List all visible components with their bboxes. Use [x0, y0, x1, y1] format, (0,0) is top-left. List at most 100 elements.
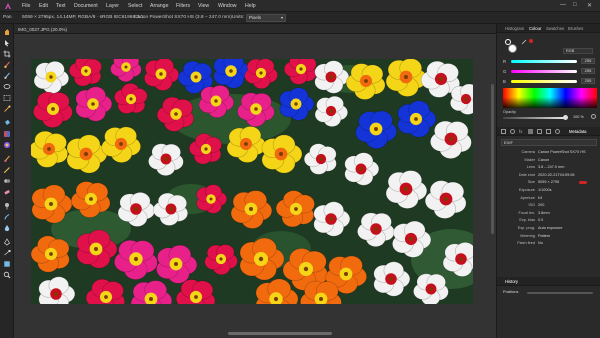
image-canvas[interactable]: [31, 59, 473, 304]
lasso-tool-icon[interactable]: [3, 83, 11, 91]
dodge-tool-icon[interactable]: [3, 202, 11, 210]
opacity-value[interactable]: 100 %: [573, 115, 584, 119]
close-icon[interactable]: ✕: [587, 2, 592, 9]
colour-spectrum[interactable]: [503, 88, 597, 108]
color-wheel-tool-icon[interactable]: [3, 141, 11, 149]
transform-tab-icon[interactable]: [546, 129, 551, 134]
units-dropdown[interactable]: Pixels ▾: [246, 14, 286, 22]
metadata-row: Exp. bias 0.0: [501, 218, 597, 224]
history-slider[interactable]: [527, 292, 593, 294]
menu-view[interactable]: View: [198, 3, 209, 9]
vertical-scrollbar[interactable]: [491, 84, 494, 234]
menu-file[interactable]: File: [22, 3, 30, 9]
flower-photo: [31, 59, 473, 304]
eyedropper-icon[interactable]: [521, 39, 527, 45]
size-highlight-marker: [579, 181, 587, 185]
document-tab-title: IMG_0027.JPG (20.0%): [18, 26, 68, 32]
metadata-value: Canon PowerShot SX70 HS: [538, 150, 586, 154]
fill-tool-icon[interactable]: [3, 119, 11, 127]
metadata-value: 1/1000s: [538, 188, 552, 192]
marquee-tool-icon[interactable]: [3, 94, 11, 102]
red-slider-label: R: [503, 58, 507, 64]
pen-tool-icon[interactable]: [3, 238, 11, 246]
navigator-tab-icon[interactable]: [555, 129, 560, 134]
metadata-key: Exp. prog.: [517, 226, 535, 230]
channels-tab-icon[interactable]: [537, 129, 542, 134]
flood-select-icon[interactable]: [3, 105, 11, 113]
hand-tool-icon[interactable]: [3, 28, 11, 36]
tab-brushes[interactable]: Brushes: [568, 26, 583, 31]
colour-model-dropdown[interactable]: RGB: [563, 48, 593, 54]
history-brush-icon[interactable]: [591, 114, 596, 119]
node-tool-icon[interactable]: [3, 249, 11, 257]
tab-metadata[interactable]: Metadata: [569, 129, 586, 134]
menu-filters[interactable]: Filters: [176, 3, 190, 9]
tab-histogram[interactable]: Histogram: [505, 26, 524, 31]
menu-layer[interactable]: Layer: [106, 3, 119, 9]
effects-tab-icon[interactable]: fx: [519, 129, 523, 134]
opacity-slider[interactable]: [503, 117, 567, 119]
opacity-label: Opacity: [503, 110, 516, 114]
menu-select[interactable]: Select: [128, 3, 142, 9]
red-value-field[interactable]: 255: [581, 58, 595, 64]
blur-tool-icon[interactable]: [3, 224, 11, 232]
metadata-key: Aperture: [520, 195, 535, 200]
menu-window[interactable]: Window: [218, 3, 236, 9]
current-tool-label: Pan: [3, 15, 12, 20]
zoom-tool-icon[interactable]: [3, 271, 11, 279]
chevron-down-icon: ▾: [280, 15, 283, 20]
red-slider[interactable]: R 255: [503, 58, 597, 64]
exif-dropdown[interactable]: EXIF: [501, 139, 597, 146]
studio-panel-tabs: fx Metadata: [497, 127, 600, 136]
document-tab[interactable]: IMG_0027.JPG (20.0%): [14, 24, 496, 34]
pencil-tool-icon[interactable]: [3, 166, 11, 174]
minimize-icon[interactable]: —: [560, 2, 566, 8]
brush-tool-icon[interactable]: [3, 61, 11, 69]
smudge-tool-icon[interactable]: [3, 213, 11, 221]
shape-tool-icon[interactable]: [3, 260, 11, 268]
menu-help[interactable]: Help: [245, 3, 256, 9]
fill-colour-well[interactable]: [508, 44, 517, 53]
green-slider[interactable]: G 255: [503, 68, 597, 74]
blue-value-field[interactable]: 255: [581, 78, 595, 84]
metadata-value: No: [538, 241, 543, 246]
metadata-key: Lens: [526, 165, 535, 170]
layers-tab-icon[interactable]: [501, 129, 506, 134]
gradient-tool-icon[interactable]: [3, 130, 11, 138]
move-tool-icon[interactable]: [3, 39, 11, 47]
menu-arrange[interactable]: Arrange: [150, 3, 168, 9]
crop-tool-icon[interactable]: [3, 50, 11, 58]
metadata-row: Exposure 1/1000s: [501, 188, 597, 194]
menu-text[interactable]: Text: [56, 3, 66, 9]
clone-tool-icon[interactable]: [3, 177, 11, 185]
metadata-key: ISO: [528, 203, 535, 208]
green-slider-track[interactable]: [511, 70, 577, 73]
context-toolbar: Pan 5059 × 2795px, 14.14MP, RGBA/8 · sRG…: [0, 12, 600, 24]
menu-document[interactable]: Document: [74, 3, 98, 9]
metadata-row: Metering Pattern: [501, 234, 597, 240]
tab-history[interactable]: History: [505, 279, 518, 284]
stroke-colour-well[interactable]: [505, 39, 511, 45]
history-entry[interactable]: Positions: [503, 290, 518, 294]
metadata-row: Date shot 2020-02-21T04:59:08: [501, 173, 597, 179]
tab-colour[interactable]: Colour: [529, 26, 541, 31]
selection-brush-icon[interactable]: [3, 72, 11, 80]
horizontal-scrollbar[interactable]: [228, 332, 332, 335]
menu-edit[interactable]: Edit: [39, 3, 48, 9]
blue-slider-label: B: [503, 78, 506, 84]
paint-brush-icon[interactable]: [3, 155, 11, 163]
metadata-value: 0.0: [538, 218, 544, 223]
adjustments-tab-icon[interactable]: [510, 129, 515, 134]
blue-slider-track[interactable]: [511, 80, 577, 83]
maximize-icon[interactable]: □: [573, 2, 577, 8]
styles-tab-icon[interactable]: [528, 129, 533, 134]
metadata-row: Lens 3.8 – 247.0 mm: [501, 165, 597, 171]
red-slider-track[interactable]: [511, 60, 577, 63]
eraser-tool-icon[interactable]: [3, 188, 11, 196]
metadata-value: Auto exposure: [538, 226, 563, 230]
opacity-slider-handle[interactable]: [563, 115, 568, 120]
green-value-field[interactable]: 255: [581, 68, 595, 74]
blue-slider[interactable]: B 255: [503, 78, 597, 84]
tab-swatches[interactable]: Swatches: [546, 26, 564, 31]
right-panels: Histogram Colour Swatches Brushes RGB R …: [496, 24, 600, 338]
